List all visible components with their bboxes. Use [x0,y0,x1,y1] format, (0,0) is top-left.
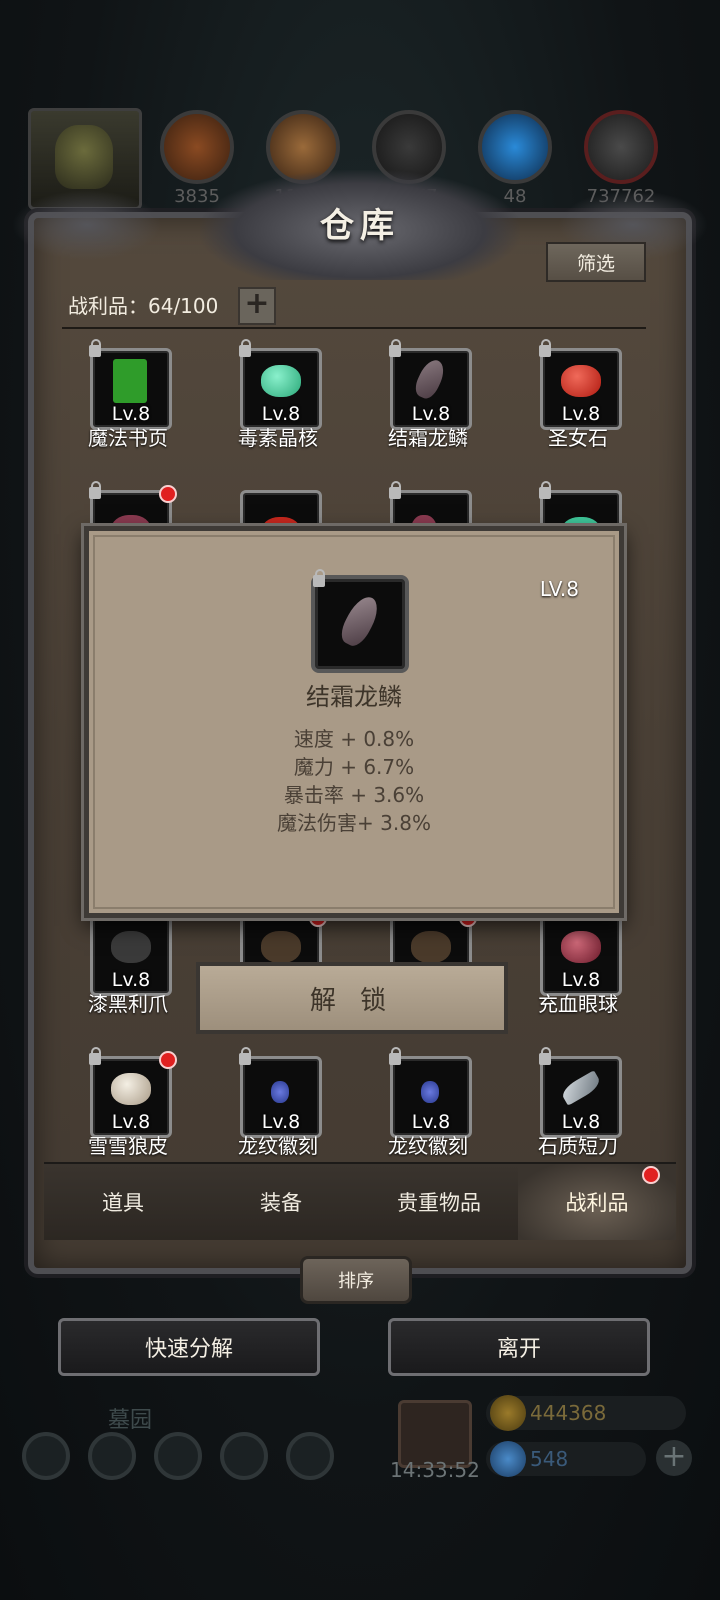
item-frame: Lv.8 [389,339,472,430]
bloodshot-eye-icon [561,931,601,963]
item-slot[interactable]: Lv.8 漆黑利爪 [72,914,192,1024]
item-frame: Lv.8 [539,339,622,430]
expand-capacity-button[interactable]: + [238,287,276,325]
item-level: LV.8 [539,577,579,601]
lock-icon [539,481,551,499]
settings-icon[interactable] [22,1432,70,1480]
dragon-pendant-icon [421,1081,439,1103]
item-slot[interactable]: Lv.8 龙纹徽刻 [222,1047,342,1166]
gold-value: 444368 [530,1401,607,1425]
tab-loot-label: 战利品 [565,1191,629,1215]
item-slot[interactable]: Lv.8 圣女石 [522,339,642,458]
gold-coin-icon [490,1395,526,1431]
lock-icon [539,1047,551,1065]
hero-face-icon [55,125,113,189]
item-slot[interactable]: Lv.8 充血眼球 [522,914,642,1024]
location-label: 墓园 [108,1408,153,1433]
item-slot[interactable]: Lv.8 龙纹徽刻 [372,1047,492,1166]
new-badge [159,1051,177,1069]
item-stats: 速度 + 0.8% 魔力 + 6.7% 暴击率 + 3.6% 魔法伤害+ 3.8… [89,725,619,837]
item-frame: Lv.8 [239,339,322,430]
item-name: 石质短刀 [538,1134,618,1158]
item-frame: Lv.8 [89,1047,177,1138]
item-name: 漆黑利爪 [88,992,168,1016]
lock-icon [239,339,251,357]
tab-loot[interactable]: 战利品 [518,1164,676,1240]
item-frame: Lv.8 [539,1047,622,1138]
gem-value: 548 [530,1447,569,1471]
black-claw-icon [111,931,151,963]
spellbook-page-icon [113,359,147,403]
item-frame [311,569,409,673]
item-name: 结霜龙鳞 [306,683,402,711]
mail-icon[interactable] [220,1432,268,1480]
quick-decompose-button[interactable]: 快速分解 [58,1318,320,1376]
item-frame: Lv.8 [90,914,172,996]
item-name: 毒素晶核 [238,426,318,450]
item-frame: Lv.8 [239,1047,322,1138]
gate-icon[interactable] [154,1432,202,1480]
new-badge [642,1166,660,1184]
item-name: 雪雪狼皮 [88,1134,168,1158]
lock-icon [89,339,101,357]
loot-capacity-label: 战利品：64/100 [68,294,219,318]
stone-dagger-icon [559,1070,603,1106]
category-tabs: 道具 装备 贵重物品 战利品 [44,1162,676,1240]
item-name: 结霜龙鳞 [388,426,468,450]
sort-button[interactable]: 排序 [300,1256,412,1304]
new-badge [159,485,177,503]
wolf-pelt-icon [111,1073,151,1105]
lock-icon [89,481,101,499]
item-name: 圣女石 [548,426,608,450]
dark-ore-icon [584,110,658,184]
stat-magic: 魔力 + 6.7% [293,755,415,779]
item-name: 魔法书页 [88,426,168,450]
tab-valuables[interactable]: 贵重物品 [360,1164,518,1240]
unlock-button[interactable]: 解 锁 [196,962,508,1034]
leave-button[interactable]: 离开 [388,1318,650,1376]
claw-icon [261,931,301,963]
panel-title: 仓库 [320,206,400,246]
tab-equipment[interactable]: 装备 [202,1164,360,1240]
item-name: 充血眼球 [538,992,618,1016]
lock-icon [389,481,401,499]
saint-stone-icon [561,365,601,397]
lock-icon [389,339,401,357]
stat-crit-rate: 暴击率 + 3.6% [283,783,425,807]
item-name: 龙纹徽刻 [238,1134,318,1158]
item-slot[interactable]: Lv.8 毒素晶核 [222,339,342,458]
lock-icon [313,569,325,587]
map-icon[interactable] [286,1432,334,1480]
claw-icon [411,931,451,963]
add-currency-button[interactable]: + [656,1440,692,1476]
dragon-pendant-icon [271,1081,289,1103]
stat-magic-damage: 魔法伤害+ 3.8% [277,811,431,835]
hero-icon[interactable] [88,1432,136,1480]
lock-icon [89,1047,101,1065]
lock-icon [539,339,551,357]
stat-speed: 速度 + 0.8% [293,727,415,751]
frost-dragon-scale-icon [411,356,449,402]
item-slot[interactable]: Lv.8 魔法书页 [72,339,192,458]
lock-icon [389,1047,401,1065]
item-frame: Lv.8 [540,914,622,996]
item-frame: Lv.8 [89,339,172,430]
toxin-crystal-icon [261,365,301,397]
filter-button[interactable]: 筛选 [546,242,646,282]
frost-dragon-scale-icon [336,591,384,651]
item-name: 龙纹徽刻 [388,1134,468,1158]
lock-icon [239,1047,251,1065]
blue-gem-icon [490,1441,526,1477]
item-slot[interactable]: Lv.8 雪雪狼皮 [72,1047,192,1166]
item-detail-popup: LV.8 结霜龙鳞 速度 + 0.8% 魔力 + 6.7% 暴击率 + 3.6%… [84,526,624,918]
tab-items[interactable]: 道具 [44,1164,202,1240]
divider [62,327,646,329]
item-slot[interactable]: Lv.8 石质短刀 [522,1047,642,1166]
item-slot[interactable]: Lv.8 结霜龙鳞 [372,339,492,458]
clock-label: 14:33:52 [390,1458,480,1482]
item-frame: Lv.8 [389,1047,472,1138]
